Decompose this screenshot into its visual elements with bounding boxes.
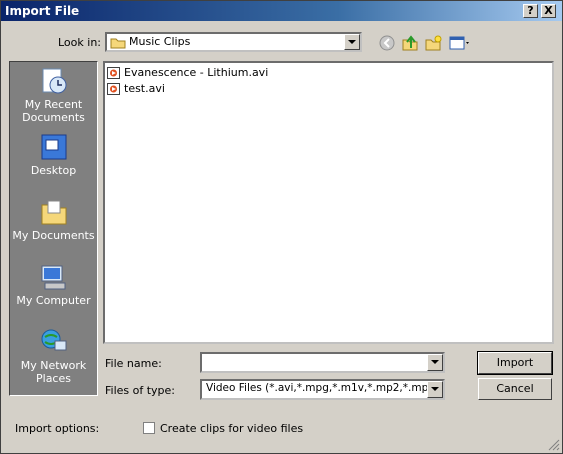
file-name-label: File name: — [105, 357, 162, 370]
file-name: test.avi — [124, 82, 165, 95]
place-my-network-places[interactable]: My Network Places — [10, 327, 97, 385]
chevron-down-icon[interactable] — [427, 354, 443, 371]
create-clips-label[interactable]: Create clips for video files — [160, 422, 303, 435]
create-clips-checkbox[interactable] — [143, 422, 155, 434]
network-places-icon — [41, 329, 66, 351]
file-name-field[interactable] — [200, 352, 445, 373]
new-folder-icon[interactable] — [424, 34, 442, 52]
file-name: Evanescence - Lithium.avi — [124, 66, 269, 79]
place-my-documents[interactable]: My Documents — [10, 197, 97, 242]
my-documents-icon — [41, 200, 66, 225]
places-bar: My Recent Documents Desktop My Documents… — [9, 61, 98, 396]
resize-grip-icon[interactable] — [548, 439, 560, 451]
chevron-down-icon[interactable] — [344, 34, 360, 50]
chevron-down-icon[interactable] — [427, 381, 443, 398]
title-bar[interactable]: Import File ? X — [1, 1, 562, 21]
place-label: My Documents — [12, 229, 95, 242]
folder-icon — [110, 38, 126, 49]
place-label: My Computer — [16, 294, 91, 307]
help-button[interactable]: ? — [523, 4, 538, 18]
file-list[interactable]: Evanescence - Lithium.avi test.avi — [103, 61, 554, 344]
import-button[interactable]: Import — [477, 351, 553, 375]
place-desktop[interactable]: Desktop — [10, 132, 97, 177]
place-label: Desktop — [30, 164, 77, 177]
desktop-icon — [41, 134, 66, 160]
video-file-icon — [107, 83, 120, 95]
place-label: My Recent Documents — [22, 98, 85, 124]
files-of-type-value: Video Files (*.avi,*.mpg,*.m1v,*.mp2,*.m… — [206, 382, 428, 394]
views-menu-icon[interactable] — [448, 34, 472, 52]
back-icon[interactable] — [378, 34, 396, 52]
place-my-recent-documents[interactable]: My Recent Documents — [10, 66, 97, 124]
close-button[interactable]: X — [541, 4, 556, 18]
import-options-label: Import options: — [15, 422, 100, 435]
look-in-dropdown[interactable]: Music Clips — [105, 32, 362, 52]
my-computer-icon — [41, 265, 65, 290]
window-title: Import File — [5, 4, 80, 18]
import-file-dialog: Import File ? X Look in: Music Clips My … — [0, 0, 563, 454]
up-folder-icon[interactable] — [401, 34, 419, 52]
video-file-icon — [107, 67, 120, 79]
cancel-button[interactable]: Cancel — [478, 378, 552, 400]
place-label: My Network Places — [20, 359, 87, 385]
files-of-type-label: Files of type: — [105, 384, 176, 397]
files-of-type-dropdown[interactable]: Video Files (*.avi,*.mpg,*.m1v,*.mp2,*.m… — [200, 379, 445, 400]
look-in-label: Look in: — [58, 36, 101, 49]
place-my-computer[interactable]: My Computer — [10, 262, 97, 307]
look-in-value: Music Clips — [129, 35, 191, 48]
recent-documents-icon — [42, 68, 66, 94]
